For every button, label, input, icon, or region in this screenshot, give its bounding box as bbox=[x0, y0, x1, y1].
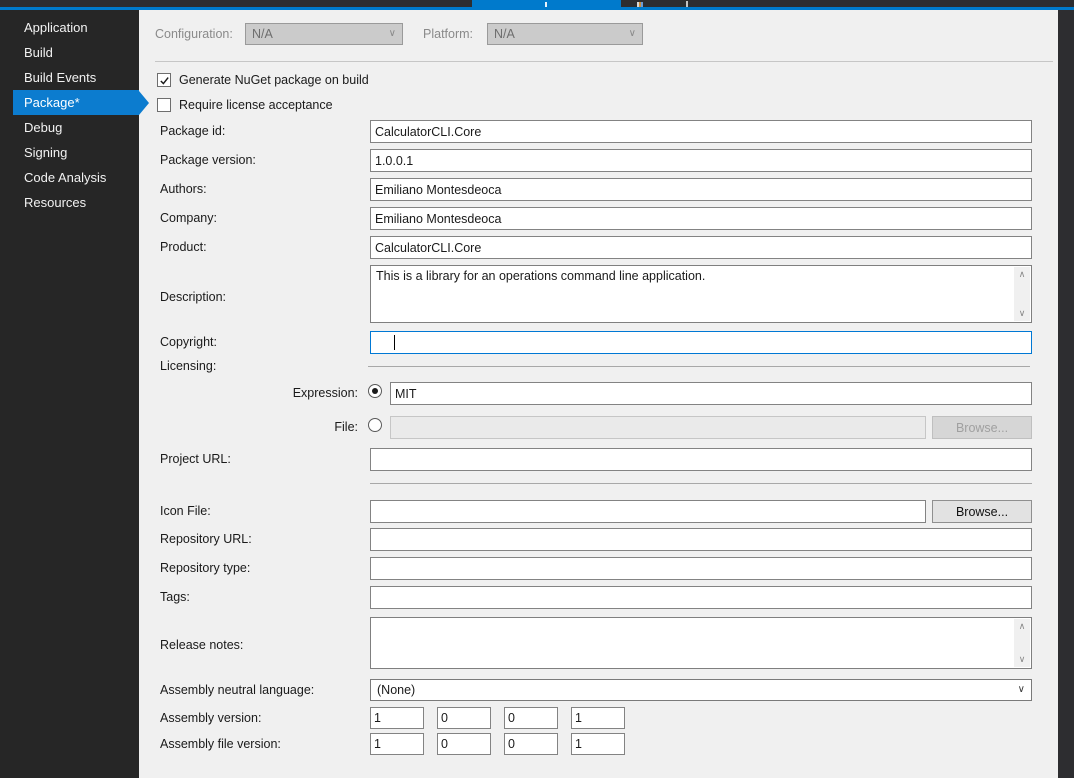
platform-select: N/A ∨ bbox=[487, 23, 643, 45]
company-label: Company: bbox=[160, 211, 217, 225]
chevron-down-icon: ∨ bbox=[629, 29, 636, 39]
scrollbar[interactable]: ∧ ∨ bbox=[1014, 267, 1030, 321]
sidebar-item-code-analysis[interactable]: Code Analysis bbox=[0, 165, 139, 190]
sidebar-item-signing[interactable]: Signing bbox=[0, 140, 139, 165]
copyright-input[interactable] bbox=[370, 331, 1032, 354]
expression-label: Expression: bbox=[199, 386, 358, 400]
repository-type-input[interactable] bbox=[370, 557, 1032, 580]
package-id-input[interactable] bbox=[370, 120, 1032, 143]
file-label: File: bbox=[199, 420, 358, 434]
scroll-down-icon[interactable]: ∨ bbox=[1014, 654, 1030, 665]
company-input[interactable] bbox=[370, 207, 1032, 230]
assembly-version-major-input[interactable] bbox=[370, 707, 424, 729]
product-input[interactable] bbox=[370, 236, 1032, 259]
assembly-version-label: Assembly version: bbox=[160, 711, 261, 725]
neutral-language-select[interactable]: (None) ∨ bbox=[370, 679, 1032, 701]
chevron-down-icon: ∨ bbox=[1018, 685, 1025, 695]
sidebar-item-build[interactable]: Build bbox=[0, 40, 139, 65]
sidebar-item-application[interactable]: Application bbox=[0, 15, 139, 40]
project-url-input[interactable] bbox=[370, 448, 1032, 471]
scroll-up-icon[interactable]: ∧ bbox=[1014, 269, 1030, 280]
icon-file-label: Icon File: bbox=[160, 504, 211, 518]
copyright-label: Copyright: bbox=[160, 335, 217, 349]
authors-input[interactable] bbox=[370, 178, 1032, 201]
configuration-select: N/A ∨ bbox=[245, 23, 403, 45]
configuration-label: Configuration: bbox=[155, 27, 233, 41]
licensing-label: Licensing: bbox=[160, 359, 216, 373]
document-tab-strip[interactable] bbox=[0, 0, 1074, 10]
assembly-file-version-revision-input[interactable] bbox=[571, 733, 625, 755]
description-label: Description: bbox=[160, 290, 226, 304]
product-label: Product: bbox=[160, 240, 207, 254]
tags-label: Tags: bbox=[160, 590, 190, 604]
right-dark-strip bbox=[1058, 10, 1074, 778]
repository-url-input[interactable] bbox=[370, 528, 1032, 551]
sidebar-item-build-events[interactable]: Build Events bbox=[0, 65, 139, 90]
neutral-language-value: (None) bbox=[377, 683, 415, 697]
expression-radio[interactable] bbox=[368, 384, 382, 398]
group-divider bbox=[370, 483, 1032, 484]
release-notes-label: Release notes: bbox=[160, 638, 243, 652]
icon-file-browse-button[interactable]: Browse... bbox=[932, 500, 1032, 523]
chevron-down-icon: ∨ bbox=[389, 29, 396, 39]
authors-label: Authors: bbox=[160, 182, 207, 196]
text-caret bbox=[394, 335, 395, 350]
checkbox-label: Generate NuGet package on build bbox=[179, 73, 369, 87]
configuration-value: N/A bbox=[252, 27, 273, 41]
scroll-down-icon[interactable]: ∨ bbox=[1014, 308, 1030, 319]
assembly-file-version-label: Assembly file version: bbox=[160, 737, 281, 751]
require-license-checkbox-row[interactable]: Require license acceptance bbox=[157, 98, 333, 112]
description-textarea[interactable]: This is a library for an operations comm… bbox=[370, 265, 1032, 323]
checkmark-icon bbox=[159, 75, 170, 86]
properties-nav-sidebar: Application Build Build Events Package* … bbox=[0, 10, 139, 778]
icon-file-input[interactable] bbox=[370, 500, 926, 523]
generate-nuget-checkbox-row[interactable]: Generate NuGet package on build bbox=[157, 73, 369, 87]
sidebar-item-package[interactable]: Package* bbox=[13, 90, 139, 115]
package-version-label: Package version: bbox=[160, 153, 256, 167]
repository-type-label: Repository type: bbox=[160, 561, 250, 575]
assembly-version-revision-input[interactable] bbox=[571, 707, 625, 729]
generate-nuget-checkbox[interactable] bbox=[157, 73, 171, 87]
platform-value: N/A bbox=[494, 27, 515, 41]
release-notes-textarea[interactable]: ∧ ∨ bbox=[370, 617, 1032, 669]
project-properties-page: Application Build Build Events Package* … bbox=[0, 0, 1074, 778]
scrollbar[interactable]: ∧ ∨ bbox=[1014, 619, 1030, 667]
neutral-language-label: Assembly neutral language: bbox=[160, 683, 314, 697]
sidebar-item-debug[interactable]: Debug bbox=[0, 115, 139, 140]
license-file-browse-button: Browse... bbox=[932, 416, 1032, 439]
scroll-up-icon[interactable]: ∧ bbox=[1014, 621, 1030, 632]
licensing-divider bbox=[368, 366, 1030, 367]
description-text: This is a library for an operations comm… bbox=[376, 269, 1009, 283]
file-radio[interactable] bbox=[368, 418, 382, 432]
license-file-input bbox=[390, 416, 926, 439]
package-properties-panel: Configuration: N/A ∨ Platform: N/A ∨ Gen… bbox=[139, 10, 1058, 778]
assembly-file-version-major-input[interactable] bbox=[370, 733, 424, 755]
assembly-version-build-input[interactable] bbox=[504, 707, 558, 729]
repository-url-label: Repository URL: bbox=[160, 532, 252, 546]
platform-label: Platform: bbox=[423, 27, 473, 41]
tags-input[interactable] bbox=[370, 586, 1032, 609]
package-version-input[interactable] bbox=[370, 149, 1032, 172]
toolbar-divider bbox=[155, 61, 1053, 62]
package-id-label: Package id: bbox=[160, 124, 225, 138]
assembly-file-version-build-input[interactable] bbox=[504, 733, 558, 755]
license-expression-input[interactable] bbox=[390, 382, 1032, 405]
assembly-file-version-minor-input[interactable] bbox=[437, 733, 491, 755]
assembly-version-minor-input[interactable] bbox=[437, 707, 491, 729]
project-url-label: Project URL: bbox=[160, 452, 231, 466]
sidebar-item-resources[interactable]: Resources bbox=[0, 190, 139, 215]
require-license-checkbox[interactable] bbox=[157, 98, 171, 112]
checkbox-label: Require license acceptance bbox=[179, 98, 333, 112]
